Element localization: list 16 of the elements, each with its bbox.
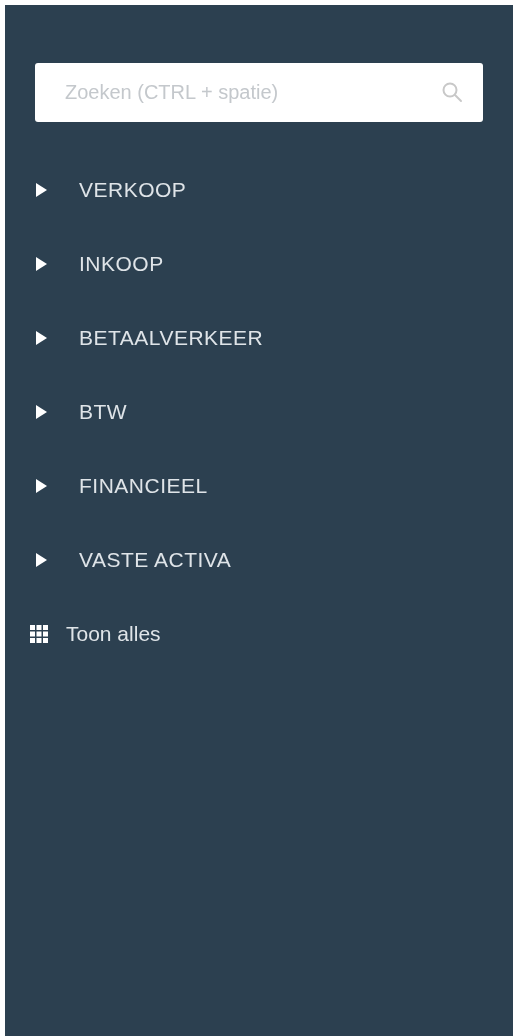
search-icon xyxy=(441,81,463,103)
triangle-icon xyxy=(35,553,47,567)
menu-item[interactable]: VERKOOP xyxy=(5,153,513,227)
triangle-icon xyxy=(35,405,47,419)
menu-item[interactable]: VASTE ACTIVA xyxy=(5,523,513,597)
menu-item[interactable]: INKOOP xyxy=(5,227,513,301)
triangle-icon xyxy=(35,479,47,493)
menu-item[interactable]: FINANCIEEL xyxy=(5,449,513,523)
grid-icon xyxy=(30,625,48,643)
menu-item[interactable]: BETAALVERKEER xyxy=(5,301,513,375)
triangle-icon xyxy=(35,331,47,345)
triangle-icon xyxy=(35,257,47,271)
search-field[interactable]: Zoeken (CTRL + spatie) xyxy=(35,63,483,122)
show-all-link[interactable]: Toon alles xyxy=(5,597,513,671)
triangle-icon xyxy=(35,183,47,197)
menu-item[interactable]: BTW xyxy=(5,375,513,449)
